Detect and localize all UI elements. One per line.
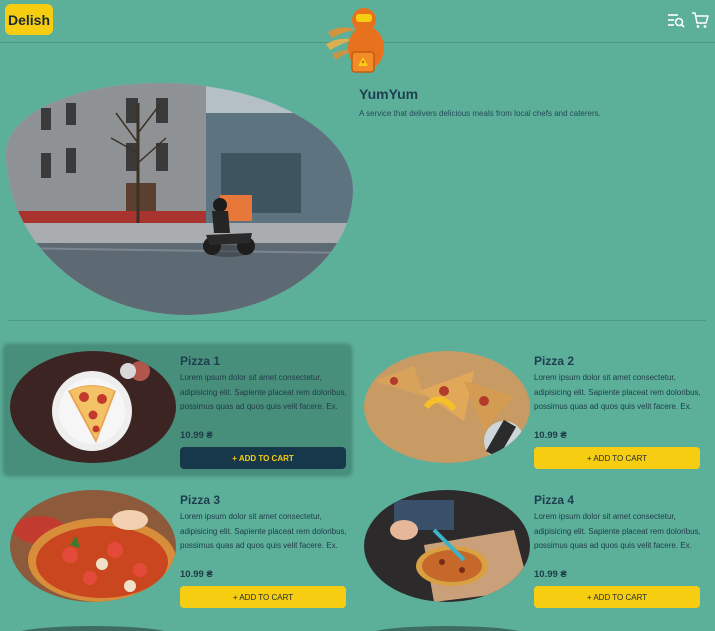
product-image-pizza-2 <box>364 351 530 463</box>
product-card-pizza-2[interactable]: Pizza 2 Lorem ipsum dolor sit amet conse… <box>359 346 704 474</box>
hero-image-delivery-scooter <box>6 83 353 315</box>
product-price: 10.99 ₴ <box>180 569 213 580</box>
product-price: 10.99 ₴ <box>534 569 567 580</box>
hero-description: A service that delivers delicious meals … <box>359 109 601 118</box>
logo-button[interactable]: Delish <box>5 4 53 35</box>
product-description: Lorem ipsum dolor sit amet consectetur, … <box>180 512 347 550</box>
top-bar: Delish <box>0 0 715 73</box>
cart-icon[interactable] <box>690 10 710 30</box>
delivery-mascot-icon <box>326 8 384 73</box>
product-name: Pizza 4 <box>534 493 575 507</box>
product-price: 10.99 ₴ <box>534 430 567 441</box>
section-divider <box>8 320 706 321</box>
hero-title: YumYum <box>359 86 419 102</box>
product-description: Lorem ipsum dolor sit amet consectetur, … <box>534 373 701 411</box>
add-to-cart-button[interactable]: + ADD TO CART <box>534 586 700 608</box>
product-card-pizza-1[interactable]: Pizza 1 Lorem ipsum dolor sit amet conse… <box>5 346 350 474</box>
product-card-pizza-4[interactable]: Pizza 4 Lorem ipsum dolor sit amet conse… <box>359 485 704 613</box>
product-image-pizza-4 <box>364 490 530 602</box>
product-image-pizza-3 <box>10 490 176 602</box>
product-image-pizza-1 <box>10 351 176 463</box>
product-image-peek <box>364 626 530 631</box>
product-name: Pizza 3 <box>180 493 221 507</box>
product-name: Pizza 2 <box>534 354 575 368</box>
product-name: Pizza 1 <box>180 354 221 368</box>
add-to-cart-button[interactable]: + ADD TO CART <box>180 586 346 608</box>
add-to-cart-button[interactable]: + ADD TO CART <box>534 447 700 469</box>
add-to-cart-button[interactable]: + ADD TO CART <box>180 447 346 469</box>
search-menu-icon[interactable] <box>666 10 686 30</box>
product-description: Lorem ipsum dolor sit amet consectetur, … <box>180 373 347 411</box>
product-description: Lorem ipsum dolor sit amet consectetur, … <box>534 512 701 550</box>
product-price: 10.99 ₴ <box>180 430 213 441</box>
product-image-peek <box>10 626 176 631</box>
product-card-pizza-3[interactable]: Pizza 3 Lorem ipsum dolor sit amet conse… <box>5 485 350 613</box>
